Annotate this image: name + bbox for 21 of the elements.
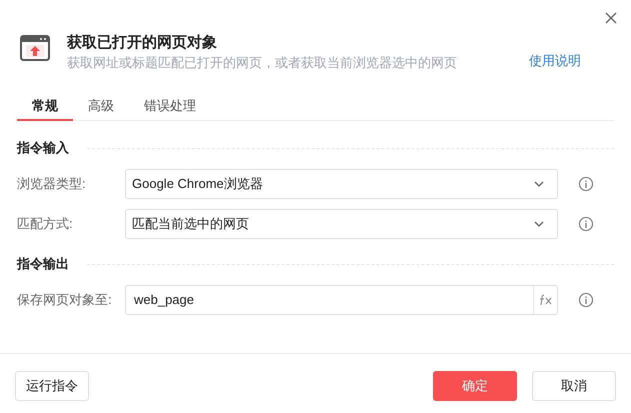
field-label: 匹配方式: [17,215,74,234]
dialog-title: 获取已打开的网页对象 [67,33,218,53]
run-command-button[interactable]: 运行指令 [15,371,89,401]
field-label: 保存网页对象至: [17,291,113,310]
dialog-description: 获取网址或标题匹配已打开的网页，或者获取当前浏览器选中的网页 [67,54,457,72]
field-label: 浏览器类型: [17,175,87,194]
section-heading: 指令输入 [17,139,69,158]
browser-window-icon [20,35,50,61]
close-icon[interactable] [603,10,619,26]
help-link[interactable]: 使用说明 [529,51,581,70]
info-icon[interactable] [578,176,594,192]
tab[interactable]: 错误处理 [129,93,211,121]
info-icon[interactable] [578,216,594,232]
dropdown[interactable]: 匹配当前选中的网页 [125,209,558,239]
section-heading: 指令输出 [17,255,69,274]
tab[interactable]: 高级 [73,93,129,121]
info-icon[interactable] [578,292,594,308]
dropdown[interactable]: Google Chrome浏览器 [125,169,558,199]
tab[interactable]: 常规 [17,93,73,121]
cancel-button[interactable]: 取消 [532,371,616,401]
input-field[interactable]: web_page [125,285,558,315]
